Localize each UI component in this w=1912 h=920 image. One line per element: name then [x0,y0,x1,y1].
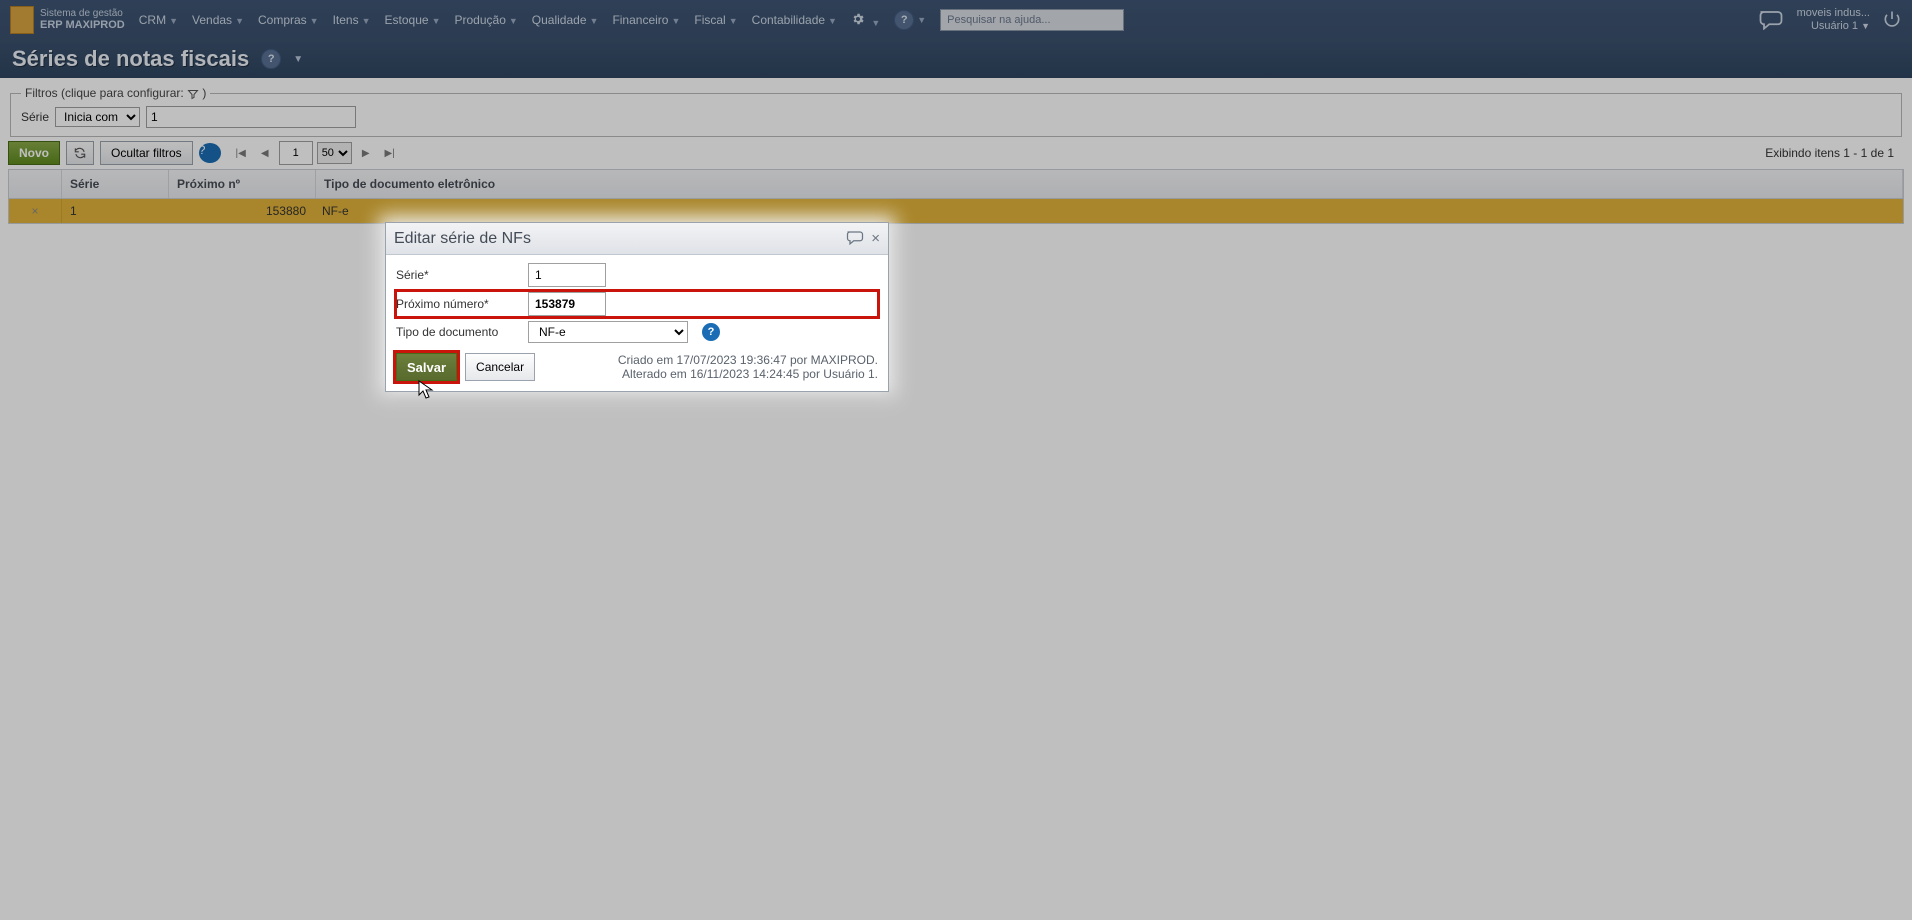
modal-footer: Salvar Cancelar Criado em 17/07/2023 19:… [396,347,878,381]
results-count: Exibindo itens 1 - 1 de 1 [1765,146,1904,160]
menu-gear-icon[interactable]: ▼ [851,12,880,29]
menu-fiscal[interactable]: Fiscal▼ [694,13,737,27]
brand-line2: ERP MAXIPROD [40,19,125,31]
top-right-cluster: moveis indus... Usuário 1 ▼ [1757,7,1902,33]
hide-filters-button[interactable]: Ocultar filtros [100,141,193,165]
brand-text: Sistema de gestão ERP MAXIPROD [40,8,125,31]
cell-serie: 1 [62,199,168,223]
row-delete-icon[interactable]: × [9,199,62,223]
refresh-button[interactable] [66,141,94,165]
save-highlight: Salvar [396,353,457,381]
menu-financeiro[interactable]: Financeiro▼ [612,13,680,27]
pager-last-icon[interactable]: ▶| [380,141,400,165]
cell-tipo: NF-e [314,199,580,223]
filters-legend[interactable]: Filtros (clique para configurar: ) [21,86,210,100]
user-name: Usuário 1 [1811,20,1858,32]
modal-close-icon[interactable]: × [871,230,880,247]
label-tipodoc: Tipo de documento [396,325,528,339]
chat-icon[interactable] [1757,8,1785,33]
user-block[interactable]: moveis indus... Usuário 1 ▼ [1797,7,1870,33]
grid-header-proximo[interactable]: Próximo nº [169,170,316,198]
pager-size-select[interactable]: 50 [317,142,352,164]
form-row-tipodoc: Tipo de documento NF-e ? [396,321,878,343]
company-name: moveis indus... [1797,7,1870,20]
page-header-dropdown-icon[interactable]: ▼ [293,54,303,65]
grid-header-actions [9,170,62,198]
brand-mark-icon [10,6,34,34]
pager-first-icon[interactable]: |◀ [231,141,251,165]
table-row[interactable]: × 1 153880 NF-e [9,199,1903,223]
modal-meta: Criado em 17/07/2023 19:36:47 por MAXIPR… [618,353,878,381]
brand-line1: Sistema de gestão [40,8,125,19]
list-toolbar: Novo Ocultar filtros ? |◀ ◀ 50 ▶ ▶| Exib… [8,141,1904,165]
form-row-proximo: Próximo número* [396,291,878,317]
meta-updated: Alterado em 16/11/2023 14:24:45 por Usuá… [618,367,878,381]
form-row-serie: Série* [396,263,878,287]
menu-producao[interactable]: Produção▼ [455,13,518,27]
main-menu: CRM▼ Vendas▼ Compras▼ Itens▼ Estoque▼ Pr… [139,10,926,30]
pager-next-icon[interactable]: ▶ [356,141,376,165]
filter-icon [187,88,199,100]
edit-serie-modal: Editar série de NFs × Série* Próximo núm… [385,222,889,392]
modal-chat-icon[interactable] [845,229,865,248]
top-nav: Sistema de gestão ERP MAXIPROD CRM▼ Vend… [0,0,1912,40]
menu-crm[interactable]: CRM▼ [139,13,178,27]
modal-body: Série* Próximo número* Tipo de documento… [386,255,888,391]
input-serie[interactable] [528,263,606,287]
menu-contabilidade[interactable]: Contabilidade▼ [752,13,837,27]
label-proximo: Próximo número* [396,297,528,311]
menu-itens[interactable]: Itens▼ [333,13,371,27]
new-button[interactable]: Novo [8,141,60,165]
label-serie: Série* [396,268,528,282]
filter-row-serie: Série Inicia com [21,106,1891,128]
pager-prev-icon[interactable]: ◀ [255,141,275,165]
cell-proximo: 153880 [168,199,314,223]
filters-panel: Filtros (clique para configurar: ) Série… [8,86,1904,137]
pager-page-input[interactable] [279,141,313,165]
menu-vendas[interactable]: Vendas▼ [192,13,244,27]
brand-logo: Sistema de gestão ERP MAXIPROD [10,6,125,34]
logout-icon[interactable] [1882,9,1902,32]
modal-title: Editar série de NFs [394,230,839,248]
refresh-icon [73,146,87,160]
filter-operator-select[interactable]: Inicia com [55,107,140,127]
help-search-input[interactable]: Pesquisar na ajuda... [940,9,1124,31]
grid-header: Série Próximo nº Tipo de documento eletr… [9,170,1903,199]
grid: Série Próximo nº Tipo de documento eletr… [8,169,1904,224]
meta-created: Criado em 17/07/2023 19:36:47 por MAXIPR… [618,353,878,367]
filter-value-input[interactable] [146,106,356,128]
save-button[interactable]: Salvar [396,353,457,381]
grid-header-serie[interactable]: Série [62,170,169,198]
toolbar-help-icon[interactable]: ? [199,143,221,163]
modal-titlebar[interactable]: Editar série de NFs × [386,223,888,255]
grid-header-tipo[interactable]: Tipo de documento eletrônico [316,170,1903,198]
filter-label-serie: Série [21,110,49,124]
input-proximo[interactable] [528,292,606,316]
page-help-icon[interactable]: ? [261,49,281,69]
select-tipodoc[interactable]: NF-e [528,321,688,343]
tipodoc-help-icon[interactable]: ? [702,323,720,341]
menu-qualidade[interactable]: Qualidade▼ [532,13,599,27]
modal-backdrop [0,0,1912,920]
page-title: Séries de notas fiscais [12,46,249,72]
cancel-button[interactable]: Cancelar [465,353,535,381]
pager: |◀ ◀ 50 ▶ ▶| [231,141,400,165]
menu-estoque[interactable]: Estoque▼ [385,13,441,27]
menu-help-icon[interactable]: ?▼ [894,10,926,30]
menu-compras[interactable]: Compras▼ [258,13,319,27]
page-header: Séries de notas fiscais ? ▼ [0,40,1912,78]
